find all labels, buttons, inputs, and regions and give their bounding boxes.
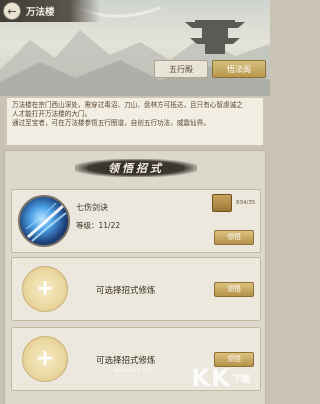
sword-skill-icon[interactable]: [18, 195, 70, 247]
plus-icon: +: [35, 346, 55, 371]
skill-level-label: 等级：: [76, 221, 99, 230]
section-title-text: 领悟招式: [108, 162, 164, 175]
comprehend-button[interactable]: 领悟: [214, 282, 254, 297]
scroll-book-icon: [212, 194, 232, 212]
tab-wuxing-hall[interactable]: 五行殿: [154, 60, 208, 78]
skill-card: 七伤剑诀 等级：11/22 834/35 领悟: [11, 189, 261, 253]
description-line: 通过至宝者，可在万法楼参悟五行图谱，自创五行功法，威震仙界。: [12, 119, 210, 128]
arrow-left-icon: ←: [7, 4, 17, 18]
scroll-count: 834/35: [236, 200, 256, 206]
title-bar: ← 万法楼: [0, 0, 100, 22]
logo-letter: K: [191, 364, 210, 392]
skill-name: 七伤剑诀: [76, 203, 108, 212]
skill-level-value: 11/22: [98, 221, 121, 230]
header-scene: ← 万法楼 五行殿 悟法阁: [0, 0, 270, 96]
empty-slot-text: 可选择招式修炼: [96, 286, 156, 296]
plus-icon: +: [35, 276, 55, 301]
comprehend-button[interactable]: 领悟: [214, 230, 254, 245]
watermark-url: www.kkx.net: [114, 367, 153, 374]
section-title: 领悟招式: [75, 157, 197, 179]
tab-wufa-pavilion[interactable]: 悟法阁: [212, 60, 266, 78]
logo-letter: K: [210, 364, 230, 392]
description-line: 万法楼在宗门西山深处，需穿过毒沼、刀山、盘林方可抵达，且只有心智虔诚之: [12, 101, 243, 109]
page-title: 万法楼: [26, 7, 55, 18]
empty-slot-text: 可选择招式修炼: [96, 356, 156, 366]
tab-row: 五行殿 悟法阁: [154, 60, 266, 78]
sword-slash-icon: [25, 202, 67, 242]
logo-text: 下载: [232, 374, 251, 385]
description-box: 万法楼在宗门西山深处，需穿过毒沼、刀山、盘林方可抵达，且只有心智虔诚之 人才能打…: [6, 97, 264, 146]
empty-skill-slot: + 可选择招式修炼 领悟: [11, 257, 261, 321]
skill-level: 等级：11/22: [76, 220, 120, 231]
add-skill-button[interactable]: +: [22, 336, 68, 382]
add-skill-button[interactable]: +: [22, 266, 68, 312]
watermark-logo: K K 下载: [176, 360, 266, 396]
back-button[interactable]: ←: [3, 2, 21, 20]
